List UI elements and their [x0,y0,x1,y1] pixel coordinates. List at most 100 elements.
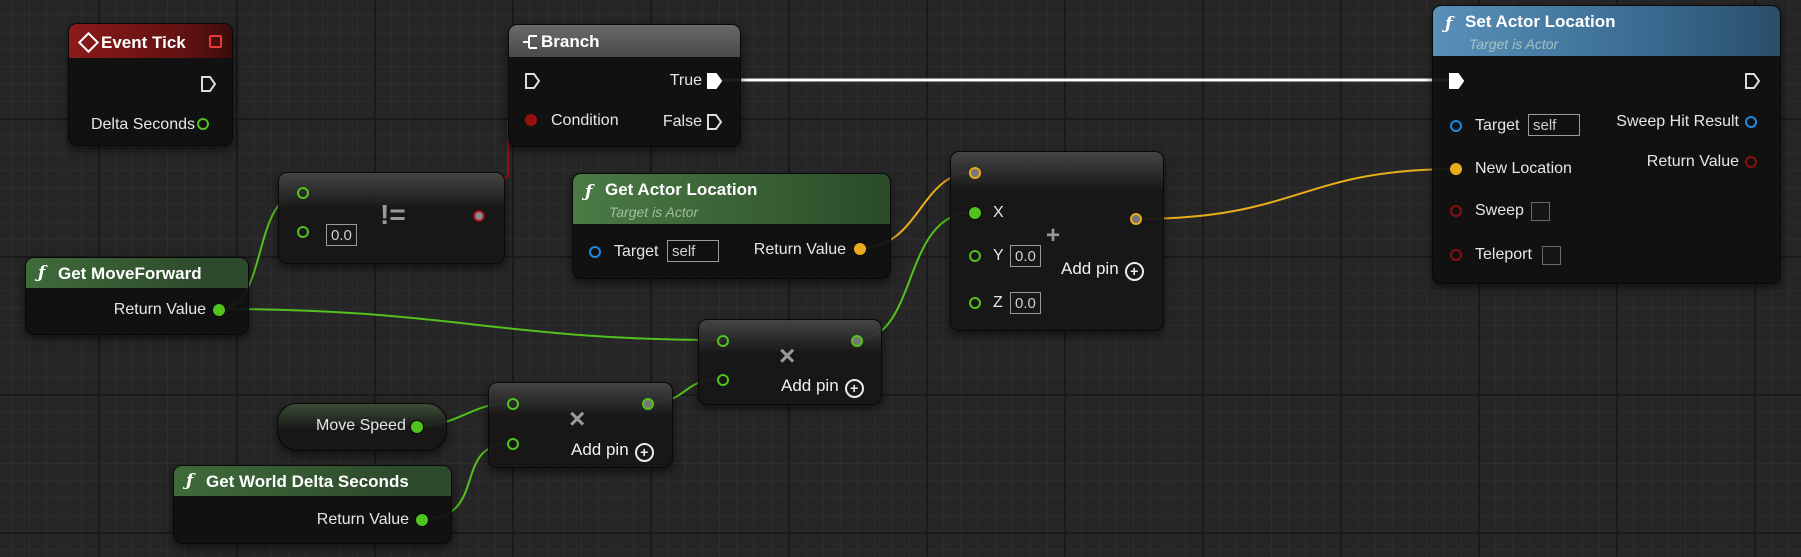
pin-label-return-value: Return Value [753,241,846,258]
return-value-pin[interactable] [1745,156,1757,168]
event-tick-node[interactable]: Event Tick Delta Seconds [68,23,233,146]
pin-label-sweep: Sweep [1475,202,1524,219]
pin-label-delta-seconds: Delta Seconds [90,116,195,133]
a-input-pin[interactable] [297,187,309,199]
operator-label: × [779,340,796,371]
multiply-node-outer[interactable]: × Add pin + [698,319,882,405]
add-vector-node[interactable]: X Y 0.0 Z 0.0 + Add pin + [950,151,1164,331]
node-subtitle: Target is Actor [1469,36,1559,52]
sweep-hit-result-pin[interactable] [1745,116,1757,128]
pin-label-condition: Condition [551,112,619,129]
return-pin[interactable] [473,210,485,222]
b-default-value[interactable]: 0.0 [326,224,357,246]
sweep-checkbox[interactable] [1531,202,1550,221]
teleport-checkbox[interactable] [1542,246,1561,265]
pin-label-sweep-hit-result: Sweep Hit Result [1616,113,1739,130]
pin-label-x: X [993,204,1004,221]
operator-label: × [569,403,586,434]
add-pin-label: Add pin [1061,259,1119,278]
z-value[interactable]: 0.0 [1010,292,1041,314]
a-input-pin[interactable] [507,398,519,410]
exec-false-pin[interactable] [705,113,723,131]
pin-label-return-value: Return Value [1646,153,1739,170]
target-pin[interactable] [1450,120,1462,132]
exec-out-pin[interactable] [1743,72,1761,90]
add-pin-button[interactable]: Add pin + [571,440,654,462]
b-input-pin[interactable] [507,438,519,450]
teleport-pin[interactable] [1450,249,1462,261]
node-header: ƒ Get MoveForward [26,258,248,288]
variable-label: Move Speed [316,417,406,434]
node-title: Get MoveForward [58,264,202,283]
pin-label-false: False [662,113,702,130]
function-icon: ƒ [1445,14,1453,34]
multiply-node-inner[interactable]: × Add pin + [488,382,673,468]
branch-icon [523,35,537,49]
branch-node[interactable]: Branch True Condition False [508,24,741,147]
node-header: ƒ Set Actor Location Target is Actor [1433,6,1780,56]
add-pin-label: Add pin [571,440,629,459]
exec-in-pin[interactable] [523,72,541,90]
target-pin[interactable] [589,246,601,258]
exec-true-pin[interactable] [705,72,723,90]
pin-label-teleport: Teleport [1475,246,1532,263]
node-title: Get Actor Location [605,180,758,199]
float-wire-moveforward-to-multiply [218,308,723,341]
z-input-pin[interactable] [969,297,981,309]
node-title: Event Tick [101,33,186,52]
a-vector-input-pin[interactable] [969,167,981,179]
target-value[interactable]: self [1528,114,1580,136]
value-pin[interactable] [411,421,423,433]
return-value-pin[interactable] [213,304,225,316]
operator-label: + [1046,222,1061,249]
vector-wire-add-to-newlocation [1135,168,1458,220]
exec-out-pin[interactable] [199,75,217,93]
pin-label-target: Target [1475,117,1520,134]
plus-icon: + [1124,262,1144,281]
not-equal-node[interactable]: 0.0 != [278,172,505,264]
node-header: ƒ Get World Delta Seconds [174,466,451,496]
new-location-pin[interactable] [1450,163,1462,175]
delegate-pin-icon[interactable] [209,35,222,48]
a-input-pin[interactable] [717,335,729,347]
move-speed-variable-node[interactable]: Move Speed [277,403,447,451]
add-pin-button[interactable]: Add pin + [1061,259,1144,281]
get-actor-location-node[interactable]: ƒ Get Actor Location Target is Actor Tar… [572,173,891,279]
delta-seconds-pin[interactable] [197,118,209,130]
pin-label-true: True [669,72,702,89]
node-header: Event Tick [69,24,232,58]
return-value-pin[interactable] [854,243,866,255]
y-value[interactable]: 0.0 [1010,245,1041,267]
node-title: Get World Delta Seconds [206,472,409,491]
condition-pin[interactable] [525,114,537,126]
pin-label-y: Y [993,247,1004,264]
node-title: Branch [541,32,600,51]
function-icon: ƒ [38,263,46,283]
y-input-pin[interactable] [969,250,981,262]
set-actor-location-node[interactable]: ƒ Set Actor Location Target is Actor Tar… [1432,5,1781,284]
target-value[interactable]: self [667,240,719,262]
return-pin[interactable] [851,335,863,347]
get-world-delta-seconds-node[interactable]: ƒ Get World Delta Seconds Return Value [173,465,452,544]
add-pin-label: Add pin [781,376,839,395]
pin-label-target: Target [614,243,659,260]
event-diamond-icon [77,31,100,54]
x-input-pin[interactable] [969,207,981,219]
exec-in-pin[interactable] [1447,72,1465,90]
operator-label: != [380,199,406,230]
b-input-pin[interactable] [717,374,729,386]
node-header: ƒ Get Actor Location Target is Actor [573,174,890,224]
pin-label-return-value: Return Value [316,511,409,528]
return-pin[interactable] [1130,213,1142,225]
pin-label-new-location: New Location [1475,160,1572,177]
add-pin-button[interactable]: Add pin + [781,376,864,398]
plus-icon: + [844,379,864,398]
b-input-pin[interactable] [297,226,309,238]
return-pin[interactable] [642,398,654,410]
node-header: Branch [509,25,740,57]
pin-label-return-value: Return Value [113,301,206,318]
sweep-pin[interactable] [1450,205,1462,217]
pin-label-z: Z [993,294,1003,311]
return-value-pin[interactable] [416,514,428,526]
get-move-forward-node[interactable]: ƒ Get MoveForward Return Value [25,257,249,335]
